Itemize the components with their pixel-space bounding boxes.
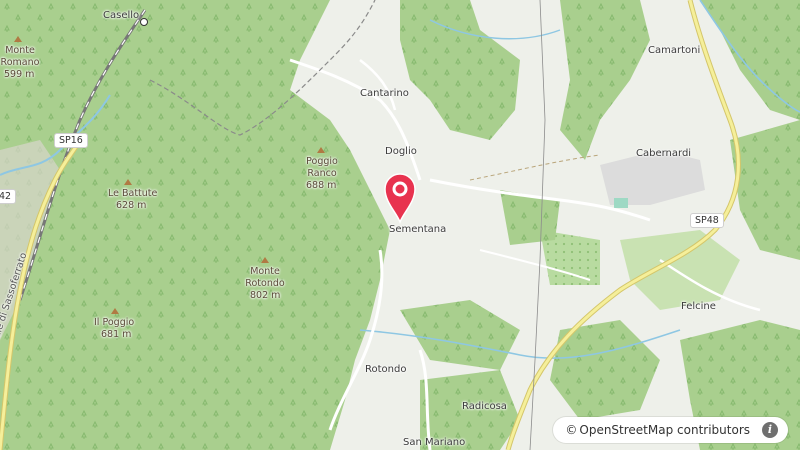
peak-elevation-poggio-ranco: 688 m xyxy=(306,180,337,191)
peak-icon xyxy=(124,179,132,185)
map-canvas[interactable]: Casello Cantarino Camartoni Doglio Caber… xyxy=(0,0,800,450)
place-label-felcine: Felcine xyxy=(681,301,716,312)
place-label-cabernardi: Cabernardi xyxy=(636,148,692,159)
railway-station-icon xyxy=(140,18,148,26)
place-label-casello: Casello xyxy=(103,10,140,21)
place-label-cantarino: Cantarino xyxy=(360,88,409,99)
peak-label-poggio-ranco: Poggio Ranco xyxy=(302,156,342,180)
info-icon[interactable]: i xyxy=(762,422,778,438)
copyright-symbol: © xyxy=(565,423,578,437)
road-shield-sp48: SP48 xyxy=(690,213,724,228)
openstreetmap-contributors-link[interactable]: OpenStreetMap contributors xyxy=(579,423,750,437)
location-marker-icon[interactable] xyxy=(383,172,417,224)
peak-label-il-poggio: Il Poggio xyxy=(94,317,135,328)
place-label-camartoni: Camartoni xyxy=(648,45,701,56)
peak-elevation-monte-romano: 599 m xyxy=(4,69,35,80)
place-label-rotondo: Rotondo xyxy=(365,364,407,375)
peak-label-monte-romano: Monte Romano xyxy=(0,45,40,69)
peak-elevation-monte-rotondo: 802 m xyxy=(250,290,281,301)
map-attribution: © OpenStreetMap contributors i xyxy=(553,417,788,443)
road-shield-sp16: SP16 xyxy=(54,133,88,148)
peak-label-le-battute: Le Battute xyxy=(108,188,158,199)
place-label-san-mariano: San Mariano xyxy=(403,437,466,448)
place-label-doglio: Doglio xyxy=(385,146,417,157)
peak-name: Monte Romano xyxy=(0,45,40,68)
peak-name: Monte Rotondo xyxy=(245,266,285,289)
peak-icon xyxy=(317,147,325,153)
place-label-radicosa: Radicosa xyxy=(462,401,507,412)
peak-elevation-le-battute: 628 m xyxy=(116,200,147,211)
road-shield-42: 42 xyxy=(0,189,17,204)
peak-icon xyxy=(111,308,119,314)
peak-name: Poggio Ranco xyxy=(306,156,338,179)
peak-icon xyxy=(14,36,22,42)
place-label-sementana: Sementana xyxy=(389,224,447,235)
peak-elevation-il-poggio: 681 m xyxy=(101,329,132,340)
peak-icon xyxy=(261,257,269,263)
peak-label-monte-rotondo: Monte Rotondo xyxy=(242,266,288,290)
